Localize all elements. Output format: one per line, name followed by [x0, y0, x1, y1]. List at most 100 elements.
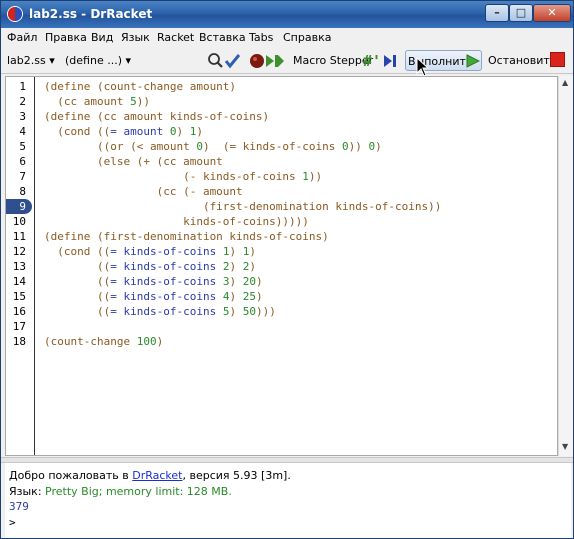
- breakpoint-line-number: 9: [6, 199, 32, 214]
- code-token: (else (+ (cc amount: [44, 155, 223, 168]
- menu-insert[interactable]: Вставка: [199, 31, 246, 44]
- menu-language[interactable]: Язык: [121, 31, 150, 44]
- macro-stepper-icon[interactable]: #': [363, 52, 399, 70]
- check-syntax-icon[interactable]: [207, 52, 241, 70]
- welcome-message: Добро пожаловать в DrRacket, версия 5.93…: [9, 469, 291, 482]
- definitions-editor[interactable]: 1 (define (count-change amount) 2 (cc amou…: [5, 76, 558, 456]
- toolbar: lab2.ss ▾ (define ...) ▾ Macro Stepper #…: [1, 48, 573, 74]
- code-token: (define (count-change amount): [44, 80, 237, 93]
- menu-view[interactable]: Вид: [91, 31, 113, 44]
- line-number: 6: [19, 155, 26, 168]
- menu-help[interactable]: Справка: [283, 31, 331, 44]
- line-number: 17: [12, 320, 26, 333]
- line-number: 3: [19, 110, 26, 123]
- code-line[interactable]: 3 (define (cc amount kinds-of-coins): [6, 109, 526, 124]
- code-token: (count-change: [44, 335, 137, 348]
- code-line[interactable]: 9 (first-denomination kinds-of-coins)): [6, 199, 526, 214]
- code-token: (define (first-denomination kinds-of-coi…: [44, 230, 329, 243]
- menu-file[interactable]: Файл: [7, 31, 37, 44]
- macro-stepper-label[interactable]: Macro Stepper: [293, 54, 373, 67]
- code-line[interactable]: 1 (define (count-change amount): [6, 79, 526, 94]
- scroll-up-icon[interactable]: ▲: [562, 78, 568, 87]
- code-token: (- kinds-of-coins: [44, 170, 303, 183]
- maximize-button[interactable]: □: [509, 4, 533, 22]
- language-line: Язык: Pretty Big; memory limit: 128 MB.: [9, 485, 232, 498]
- code-token: 0: [342, 140, 349, 153]
- code-token: ): [249, 260, 256, 273]
- code-token: ): [229, 275, 243, 288]
- mouse-cursor-icon: [416, 57, 430, 77]
- code-token: 25: [242, 290, 256, 303]
- define-dropdown[interactable]: (define ...) ▾: [65, 54, 131, 67]
- close-button[interactable]: ✕: [533, 4, 571, 22]
- file-dropdown[interactable]: lab2.ss ▾: [7, 54, 55, 67]
- drracket-link[interactable]: DrRacket: [132, 469, 182, 482]
- code-token: = amount: [110, 125, 170, 138]
- code-line[interactable]: 6 (else (+ (cc amount: [6, 154, 526, 169]
- line-number: 2: [19, 95, 26, 108]
- code-text: kinds-of-coins))))): [44, 214, 309, 229]
- interactions-pane[interactable]: Добро пожаловать в DrRacket, версия 5.93…: [5, 463, 571, 538]
- code-line[interactable]: 11 (define (first-denomination kinds-of-c…: [6, 229, 526, 244]
- code-text: ((= kinds-of-coins 3) 20): [44, 274, 263, 289]
- editor-scrollbar[interactable]: ▲ ▼: [558, 76, 573, 456]
- define-dropdown-label: (define ...): [65, 54, 122, 67]
- code-token: (cc (- amount: [44, 185, 243, 198]
- code-token: ): [196, 125, 203, 138]
- line-number: 12: [12, 245, 26, 258]
- language-prefix: Язык:: [9, 485, 46, 498]
- code-token: 1: [302, 170, 309, 183]
- stop-icon[interactable]: [550, 52, 565, 67]
- line-number: 11: [12, 230, 26, 243]
- code-token: ): [229, 245, 243, 258]
- code-line[interactable]: 7 (- kinds-of-coins 1)): [6, 169, 526, 184]
- menu-tabs[interactable]: Tabs: [249, 31, 273, 44]
- code-token: (cond ((: [44, 245, 111, 258]
- scroll-down-icon[interactable]: ▼: [562, 442, 568, 451]
- code-token: 20: [242, 275, 256, 288]
- menu-edit[interactable]: Правка: [45, 31, 87, 44]
- code-token: 50: [242, 305, 256, 318]
- code-token: ): [255, 275, 263, 288]
- code-token: ))): [255, 305, 276, 318]
- code-line[interactable]: 13 ((= kinds-of-coins 2) 2): [6, 259, 526, 274]
- code-line[interactable]: 4 (cond ((= amount 0) 1): [6, 124, 526, 139]
- code-line[interactable]: 18 (count-change 100): [6, 334, 526, 349]
- repl-result: 379: [9, 500, 29, 513]
- language-value: Pretty Big; memory limit: 128 MB.: [45, 485, 232, 498]
- code-text: (define (cc amount kinds-of-coins): [44, 109, 269, 124]
- code-token: = kinds-of-coins: [110, 260, 223, 273]
- code-token: )): [136, 95, 150, 108]
- code-line[interactable]: 16 ((= kinds-of-coins 5) 50))): [6, 304, 526, 319]
- code-line[interactable]: 10 kinds-of-coins))))): [6, 214, 526, 229]
- code-line[interactable]: 2 (cc amount 5)): [6, 94, 526, 109]
- code-line[interactable]: 14 ((= kinds-of-coins 3) 20): [6, 274, 526, 289]
- line-number: 8: [19, 185, 26, 198]
- code-line[interactable]: 17: [6, 319, 526, 334]
- code-token: = kinds-of-coins: [110, 305, 223, 318]
- debug-icon[interactable]: [249, 52, 285, 70]
- code-token: ): [229, 305, 243, 318]
- line-number: 1: [19, 80, 26, 93]
- repl-prompt[interactable]: >: [9, 516, 16, 529]
- line-number: 14: [12, 275, 26, 288]
- racket-logo-icon: [7, 6, 23, 22]
- code-line[interactable]: 5 ((or (< amount 0) (= kinds-of-coins 0)…: [6, 139, 526, 154]
- menu-racket[interactable]: Racket: [157, 31, 194, 44]
- line-number: 5: [19, 140, 26, 153]
- code-token: ): [156, 335, 164, 348]
- stop-button-label[interactable]: Остановить: [488, 54, 556, 67]
- file-dropdown-label: lab2.ss: [7, 54, 46, 67]
- code-line[interactable]: 15 ((= kinds-of-coins 4) 25): [6, 289, 526, 304]
- code-token: ((: [44, 260, 111, 273]
- code-text: (first-denomination kinds-of-coins)): [44, 199, 441, 214]
- code-line[interactable]: 12 (cond ((= kinds-of-coins 1) 1): [6, 244, 526, 259]
- line-number: 13: [12, 260, 26, 273]
- code-text: (else (+ (cc amount: [44, 154, 223, 169]
- minimize-button[interactable]: –: [485, 4, 509, 22]
- code-line[interactable]: 8 (cc (- amount: [6, 184, 526, 199]
- welcome-suffix: , версия 5.93 [3m].: [182, 469, 291, 482]
- code-token: )): [348, 140, 369, 153]
- code-token: ((: [44, 275, 111, 288]
- code-token: ) (= kinds-of-coins: [202, 140, 343, 153]
